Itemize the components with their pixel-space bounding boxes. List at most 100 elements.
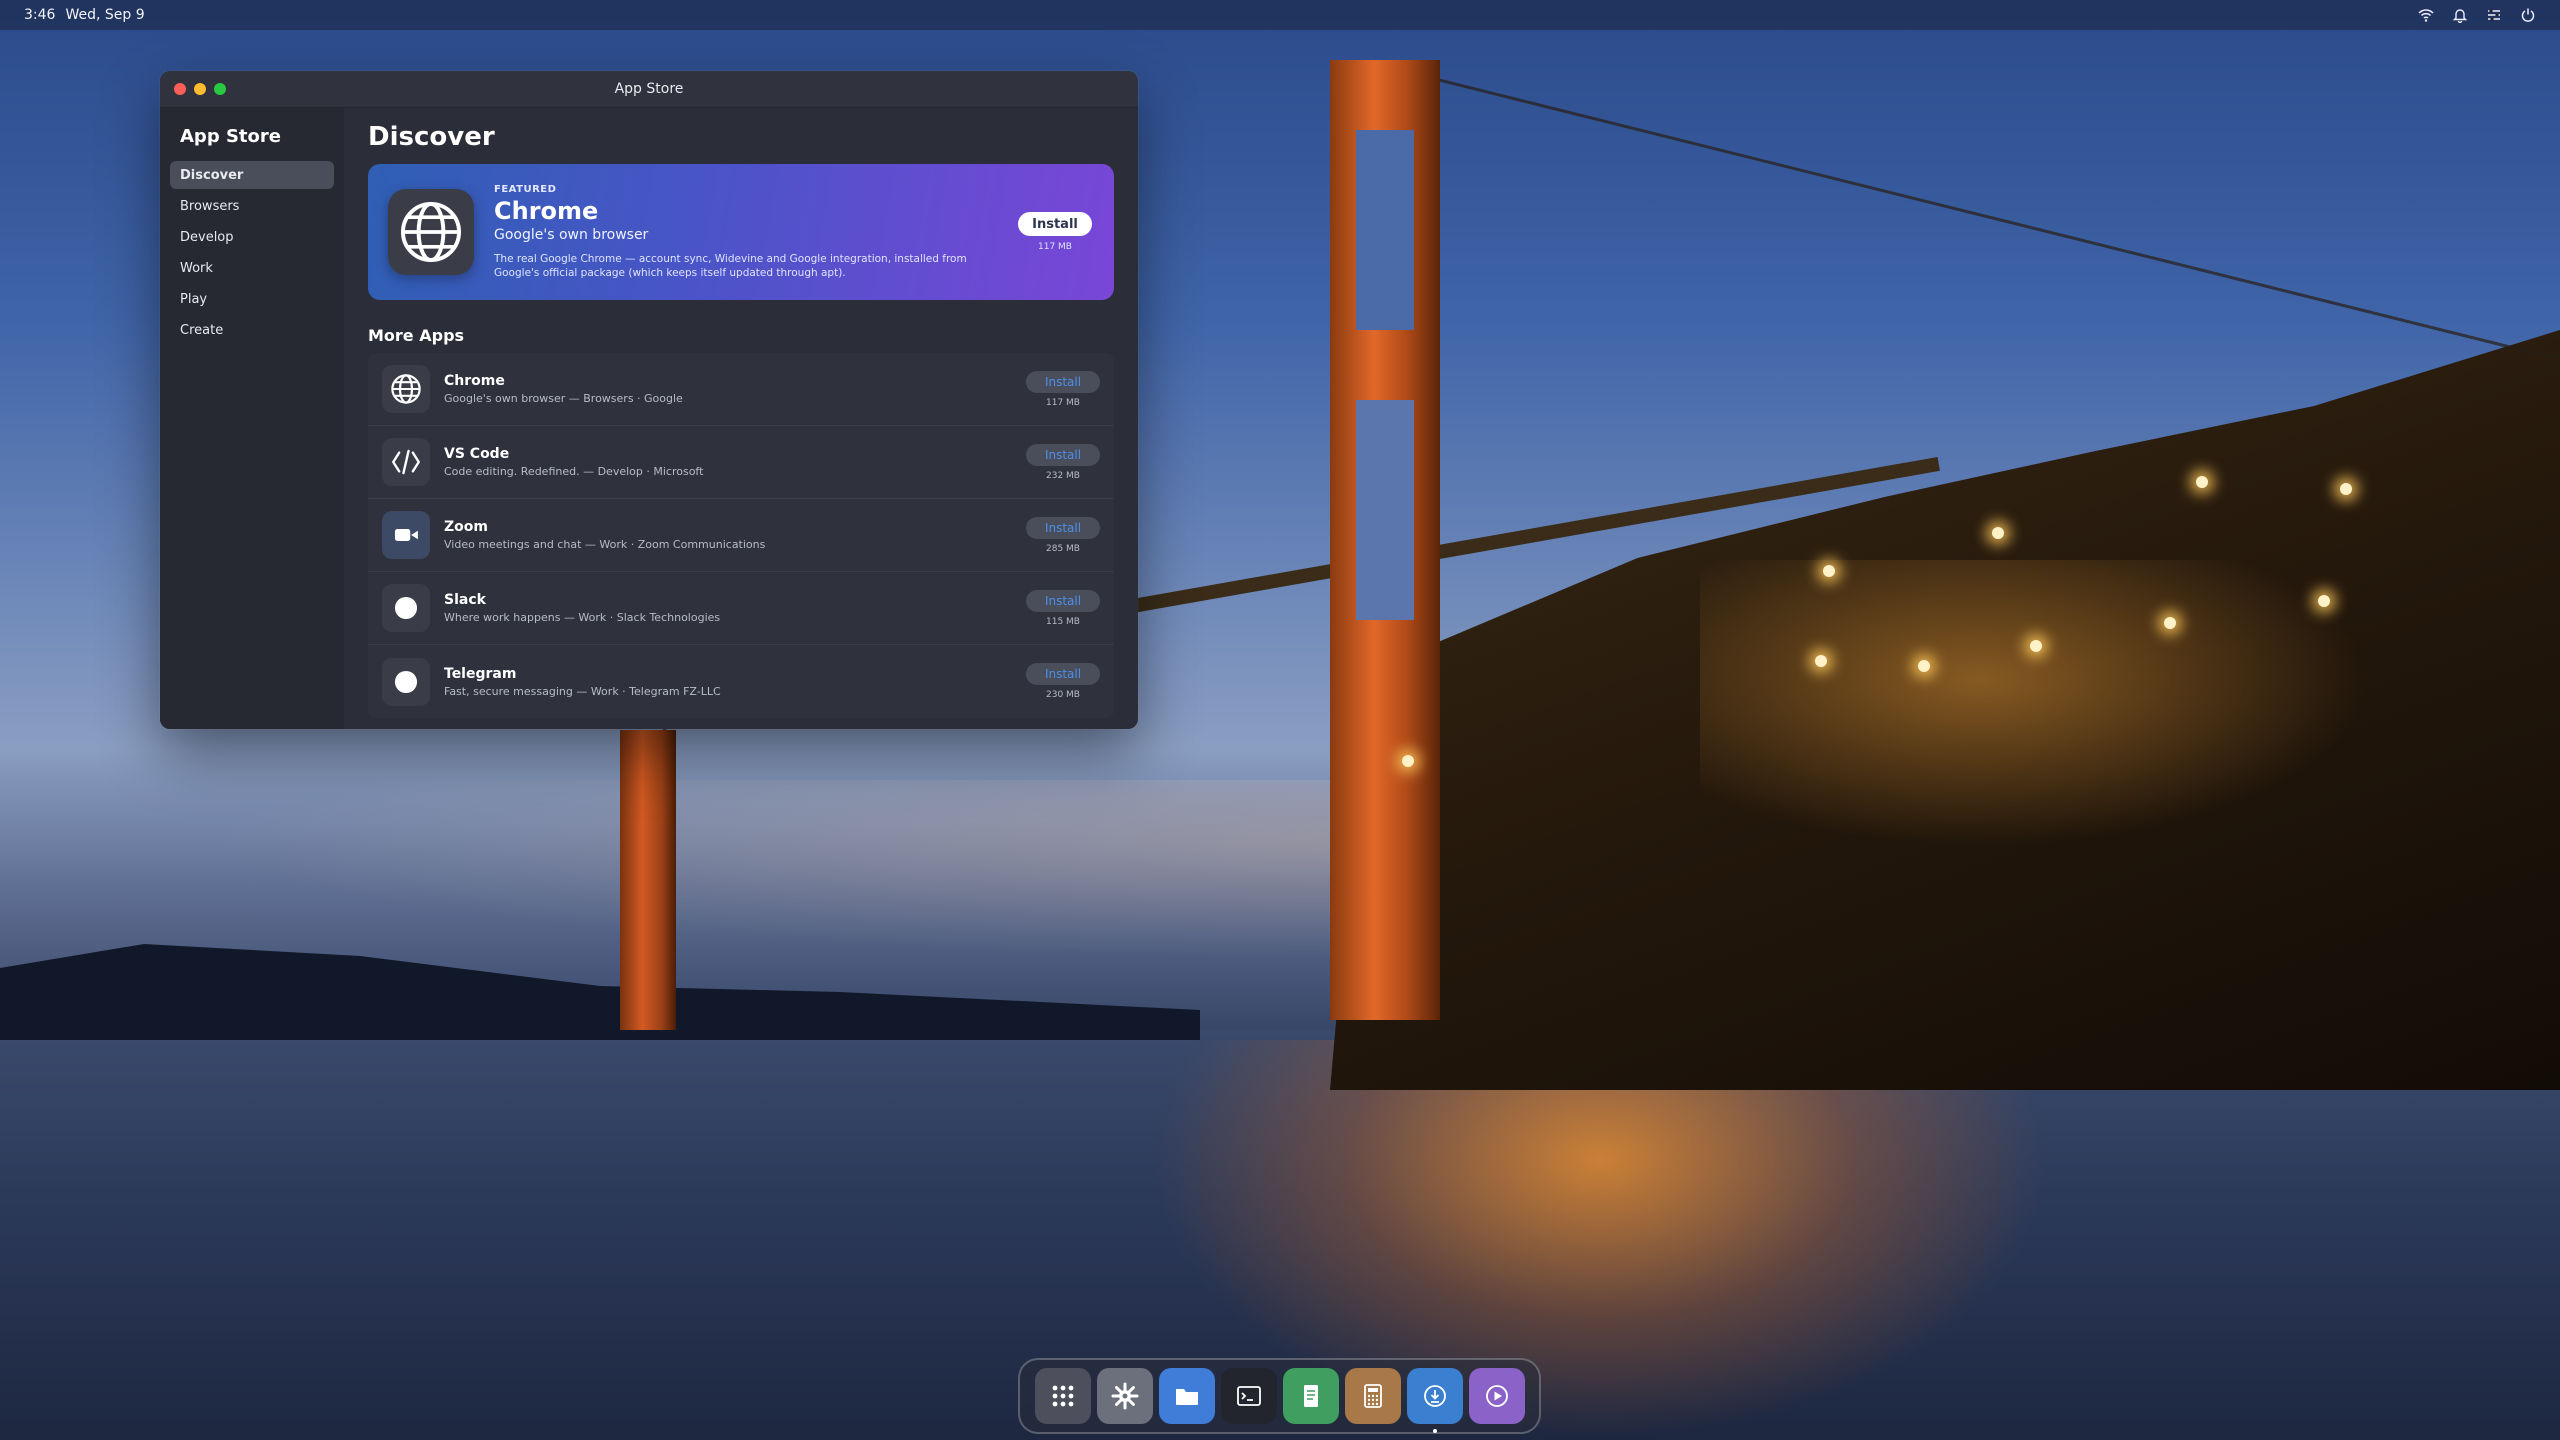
- wallpaper-bridge-tower: [1330, 60, 1440, 1020]
- dock: [1018, 1358, 1541, 1434]
- power-icon[interactable]: [2520, 7, 2536, 23]
- sidebar-item-create[interactable]: Create: [170, 316, 334, 344]
- clock-time: 3:46: [24, 7, 56, 23]
- sidebar-item-label: Discover: [180, 167, 244, 183]
- wallpaper-cliff-lights: [1700, 560, 2400, 860]
- app-store-window: App Store App Store Discover Browsers De…: [160, 71, 1138, 729]
- dock-item-app-store[interactable]: [1406, 1368, 1463, 1433]
- sidebar-item-label: Work: [180, 260, 213, 276]
- app-grid-icon: [1052, 1385, 1073, 1407]
- globe-icon: [382, 365, 430, 413]
- wallpaper-light: [2318, 595, 2330, 607]
- wifi-icon[interactable]: [2418, 7, 2434, 23]
- app-meta: Video meetings and chat — Work · Zoom Co…: [444, 538, 766, 551]
- video-camera-icon: [382, 511, 430, 559]
- app-info: Zoom Video meetings and chat — Work · Zo…: [444, 519, 1026, 551]
- featured-app-name: Chrome: [494, 197, 599, 226]
- app-action: Install 232 MB: [1026, 443, 1100, 481]
- app-info: VS Code Code editing. Redefined. — Devel…: [444, 446, 1026, 478]
- dock-item-text-editor[interactable]: [1282, 1368, 1339, 1424]
- app-list: Chrome Google's own browser — Browsers ·…: [368, 353, 1114, 718]
- app-action: Install 285 MB: [1026, 516, 1100, 554]
- sidebar-item-work[interactable]: Work: [170, 254, 334, 282]
- install-button[interactable]: Install: [1026, 589, 1100, 612]
- app-row-zoom[interactable]: Zoom Video meetings and chat — Work · Zo…: [368, 499, 1114, 572]
- globe-icon: [388, 189, 474, 275]
- app-name: Slack: [444, 592, 486, 608]
- clock-date: Wed, Sep 9: [65, 7, 145, 23]
- dock-item-files[interactable]: [1158, 1368, 1215, 1424]
- wallpaper-light: [1992, 527, 2004, 539]
- app-size: 285 MB: [1046, 543, 1080, 554]
- calculator-icon: [1363, 1384, 1382, 1408]
- window-title: App Store: [614, 81, 684, 97]
- close-button[interactable]: [174, 83, 186, 95]
- wallpaper-light: [1918, 660, 1930, 672]
- install-button[interactable]: Install: [1026, 516, 1100, 539]
- app-info: Telegram Fast, secure messaging — Work ·…: [444, 666, 1026, 698]
- running-indicator: [1432, 1429, 1437, 1433]
- app-size: 115 MB: [1046, 616, 1080, 627]
- top-bar: 3:46 Wed, Sep 9: [0, 0, 2560, 30]
- sidebar-item-discover[interactable]: Discover: [170, 161, 334, 189]
- circle-icon: [382, 657, 430, 706]
- wallpaper-light: [2196, 476, 2208, 488]
- bell-icon[interactable]: [2452, 7, 2468, 23]
- circle-icon: [382, 584, 430, 632]
- sidebar-item-label: Browsers: [180, 198, 240, 214]
- featured-install-button[interactable]: Install: [1018, 212, 1092, 236]
- app-name: Chrome: [444, 373, 505, 389]
- app-name: Zoom: [444, 519, 488, 535]
- app-meta: Where work happens — Work · Slack Techno…: [444, 611, 721, 624]
- wallpaper-light: [2030, 640, 2042, 652]
- app-size: 232 MB: [1046, 470, 1080, 481]
- featured-action: Install 117 MB: [1018, 212, 1092, 252]
- dock-item-calculator[interactable]: [1344, 1368, 1401, 1424]
- app-row-vscode[interactable]: VS Code Code editing. Redefined. — Devel…: [368, 426, 1114, 499]
- featured-banner[interactable]: FEATURED Chrome Google's own browser The…: [368, 164, 1114, 300]
- document-icon: [1303, 1385, 1318, 1407]
- system-tray: [2418, 7, 2536, 23]
- dock-item-terminal[interactable]: [1220, 1368, 1277, 1424]
- sidebar-item-play[interactable]: Play: [170, 285, 334, 313]
- window-titlebar[interactable]: App Store: [160, 71, 1138, 108]
- code-icon: [382, 438, 430, 486]
- app-meta: Google's own browser — Browsers · Google: [444, 392, 683, 405]
- clock[interactable]: 3:46 Wed, Sep 9: [24, 7, 145, 23]
- wallpaper-light: [2340, 483, 2352, 495]
- app-action: Install 115 MB: [1026, 589, 1100, 627]
- app-size: 230 MB: [1046, 690, 1080, 700]
- sidebar-item-browsers[interactable]: Browsers: [170, 192, 334, 220]
- install-button[interactable]: Install: [1026, 370, 1100, 393]
- dock-item-media-player[interactable]: [1468, 1368, 1525, 1424]
- app-row-chrome[interactable]: Chrome Google's own browser — Browsers ·…: [368, 353, 1114, 426]
- dock-item-app-grid[interactable]: [1034, 1368, 1091, 1424]
- sidebar-item-develop[interactable]: Develop: [170, 223, 334, 251]
- app-info: Slack Where work happens — Work · Slack …: [444, 592, 1026, 624]
- window-body: App Store Discover Browsers Develop Work…: [160, 108, 1138, 729]
- app-row-slack[interactable]: Slack Where work happens — Work · Slack …: [368, 572, 1114, 645]
- main-content: Discover FEATURED Chrome Google's own br…: [344, 108, 1138, 729]
- wallpaper-bridge-cable: [1384, 65, 2560, 368]
- app-store-icon: [1423, 1385, 1446, 1407]
- featured-description: The real Google Chrome — account sync, W…: [494, 253, 967, 279]
- wallpaper-light: [1823, 565, 1835, 577]
- dock-item-settings[interactable]: [1096, 1368, 1153, 1424]
- sidebar-title: App Store: [180, 126, 281, 147]
- app-size: 117 MB: [1046, 397, 1080, 408]
- maximize-button[interactable]: [214, 83, 226, 95]
- wallpaper-bridge-tower-far: [620, 730, 676, 1030]
- app-info: Chrome Google's own browser — Browsers ·…: [444, 373, 1026, 405]
- app-row-telegram[interactable]: Telegram Fast, secure messaging — Work ·…: [368, 645, 1114, 718]
- settings-sliders-icon[interactable]: [2486, 7, 2502, 23]
- wallpaper-light: [1402, 755, 1414, 767]
- sidebar-item-label: Create: [180, 322, 224, 338]
- app-meta: Code editing. Redefined. — Develop · Mic…: [444, 465, 704, 478]
- page-title: Discover: [368, 122, 495, 152]
- sidebar: App Store Discover Browsers Develop Work…: [160, 108, 344, 729]
- install-button[interactable]: Install: [1026, 663, 1100, 685]
- minimize-button[interactable]: [194, 83, 206, 95]
- app-action: Install 117 MB: [1026, 370, 1100, 408]
- install-button[interactable]: Install: [1026, 443, 1100, 466]
- featured-tagline: Google's own browser: [494, 227, 649, 244]
